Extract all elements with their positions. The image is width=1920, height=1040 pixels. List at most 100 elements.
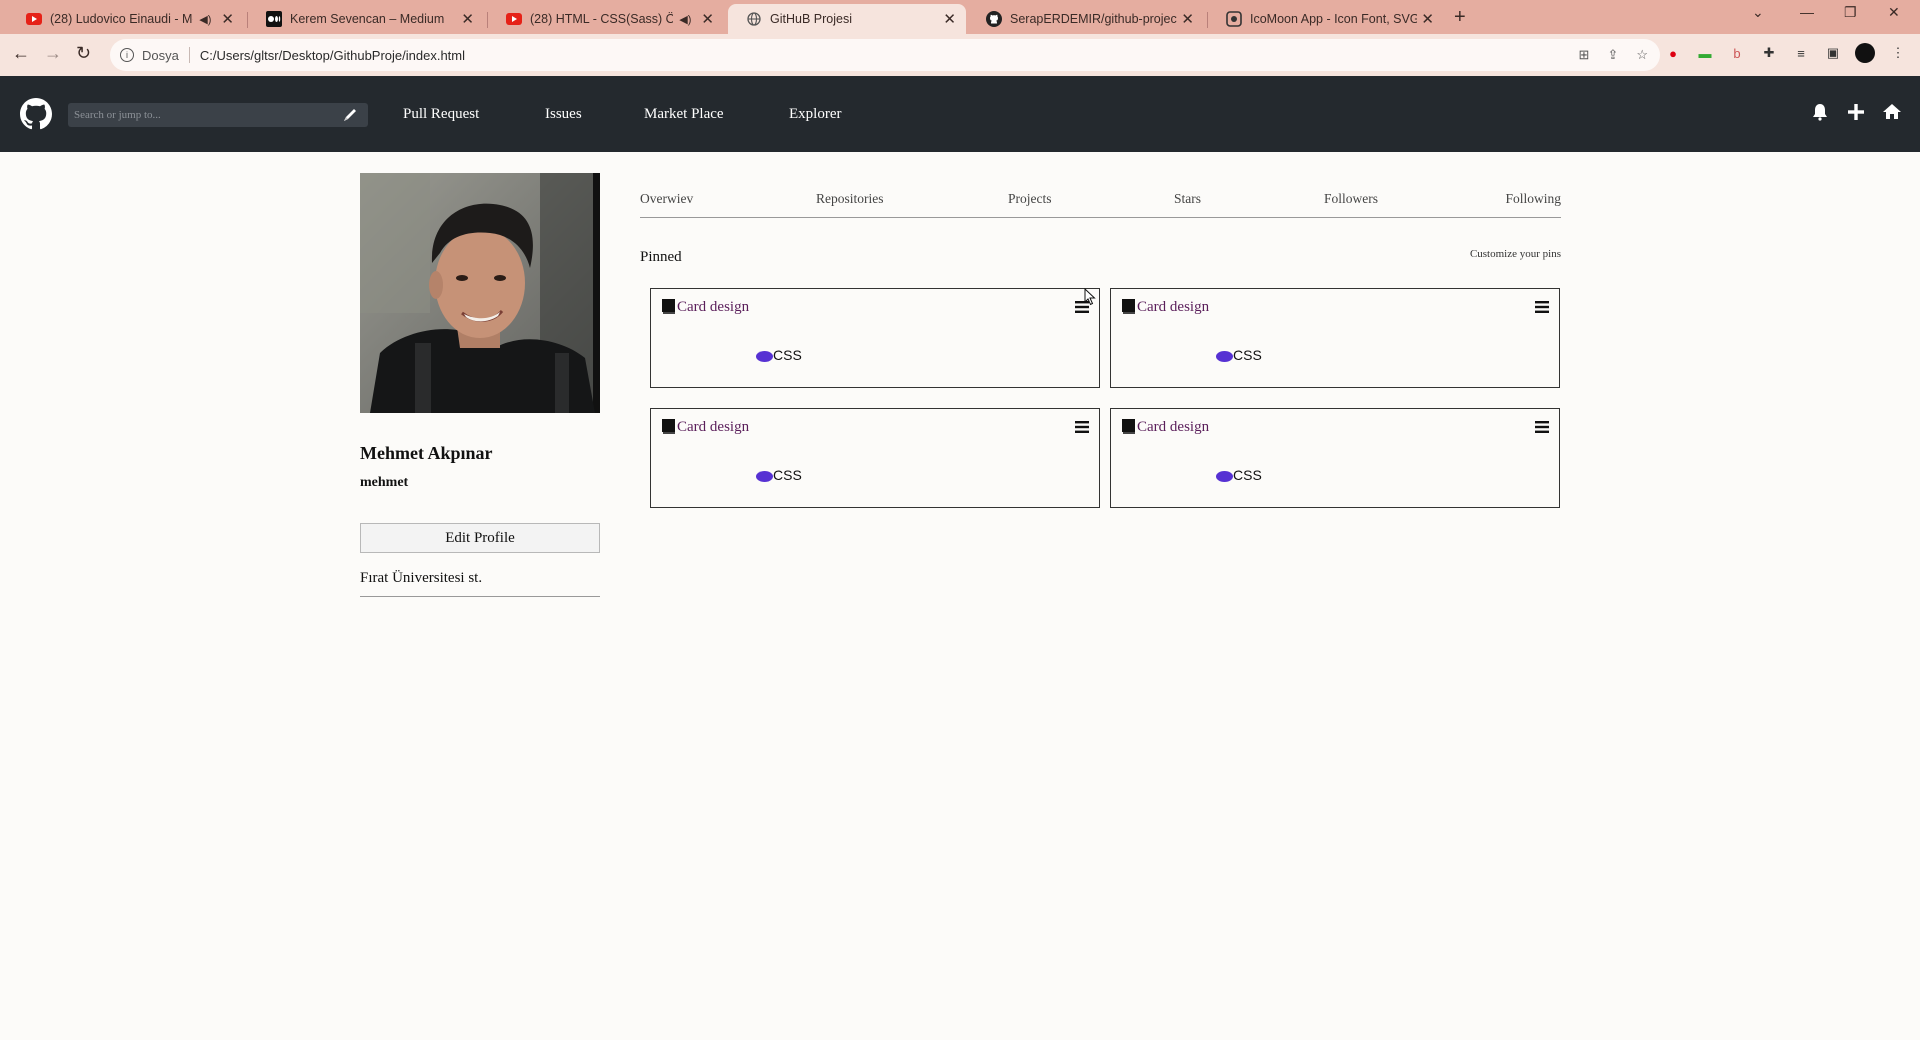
- hamburger-menu-icon[interactable]: [1535, 421, 1549, 433]
- github-logo-icon[interactable]: [20, 98, 52, 130]
- close-tab-icon[interactable]: ✕: [221, 10, 234, 28]
- address-scheme-label: Dosya: [142, 47, 179, 63]
- tab-search-icon[interactable]: ⌄: [1752, 4, 1764, 21]
- repo-language: CSS: [1233, 347, 1262, 363]
- green-extension-icon[interactable]: ▬: [1697, 45, 1713, 61]
- media-queue-icon[interactable]: ≡: [1793, 45, 1809, 61]
- github-icon: [986, 11, 1002, 27]
- profile-tabs: Overwiev Repositories Projects Stars Fol…: [640, 191, 1561, 218]
- pinned-repo-card[interactable]: Card design CSS: [1110, 408, 1560, 508]
- tab-overview[interactable]: Overwiev: [640, 191, 693, 207]
- window-close-icon[interactable]: ✕: [1888, 4, 1900, 21]
- tab-title: Kerem Sevencan – Medium: [290, 12, 445, 26]
- repo-language: CSS: [773, 347, 802, 363]
- minimize-icon[interactable]: —: [1800, 4, 1814, 20]
- bookmark-star-icon[interactable]: ☆: [1636, 47, 1648, 63]
- browser-tab[interactable]: SerapERDEMIR/github-project ✕: [968, 4, 1204, 34]
- tab-title: SerapERDEMIR/github-project: [1010, 12, 1178, 26]
- repo-book-icon: [662, 419, 675, 434]
- close-tab-icon[interactable]: ✕: [943, 10, 956, 28]
- close-tab-icon[interactable]: ✕: [1421, 10, 1434, 28]
- repo-title[interactable]: Card design: [677, 419, 749, 436]
- address-url[interactable]: C:/Users/gltsr/Desktop/GithubProje/index…: [200, 48, 465, 63]
- opera-extension-icon[interactable]: ●: [1665, 45, 1681, 61]
- extensions-puzzle-icon[interactable]: ✚: [1761, 45, 1777, 61]
- youtube-icon: [26, 11, 42, 27]
- browser-tab[interactable]: (28) HTML - CSS(Sass) Örne ◀) ✕: [488, 4, 724, 34]
- tab-title: (28) HTML - CSS(Sass) Örne: [530, 12, 674, 26]
- reload-icon[interactable]: ↻: [76, 43, 91, 64]
- translate-icon[interactable]: ⊞: [1579, 47, 1590, 63]
- pinned-repo-card[interactable]: Card design CSS: [1110, 288, 1560, 388]
- tab-title: IcoMoon App - Icon Font, SVG,: [1250, 12, 1418, 26]
- browser-toolbar: ← → ↻ i Dosya C:/Users/gltsr/Desktop/Git…: [0, 34, 1920, 76]
- language-color-dot: [1216, 351, 1233, 362]
- browser-tab-strip: (28) Ludovico Einaudi - Mor ◀) ✕ Kerem S…: [0, 0, 1920, 34]
- bell-icon[interactable]: [1810, 102, 1830, 122]
- browser-menu-icon[interactable]: ⋮: [1890, 45, 1906, 61]
- address-actions: ⊞ ⇪ ☆: [1579, 47, 1648, 63]
- browser-tab[interactable]: Kerem Sevencan – Medium ✕: [248, 4, 484, 34]
- home-icon[interactable]: [1882, 102, 1902, 122]
- repo-title[interactable]: Card design: [1137, 299, 1209, 316]
- browser-tab-active[interactable]: GitHuB Projesi ✕: [728, 4, 966, 34]
- speaker-icon[interactable]: ◀): [199, 13, 211, 26]
- youtube-icon: [506, 11, 522, 27]
- search-box[interactable]: [68, 103, 368, 127]
- tab-projects[interactable]: Projects: [1008, 191, 1052, 207]
- search-input[interactable]: [68, 103, 328, 127]
- customize-pins-link[interactable]: Customize your pins: [1460, 248, 1561, 260]
- repo-language: CSS: [773, 467, 802, 483]
- speaker-icon[interactable]: ◀): [679, 13, 691, 26]
- share-icon[interactable]: ⇪: [1607, 47, 1618, 63]
- nav-explorer[interactable]: Explorer: [789, 106, 841, 123]
- restore-icon[interactable]: ❐: [1844, 4, 1857, 21]
- profile-school: Fırat Üniversitesi st.: [360, 570, 483, 586]
- icomoon-icon: [1226, 11, 1242, 27]
- pinned-repo-card[interactable]: Card design CSS: [650, 408, 1100, 508]
- address-bar[interactable]: i Dosya C:/Users/gltsr/Desktop/GithubPro…: [110, 39, 1660, 71]
- mouse-cursor-icon: [1084, 288, 1096, 306]
- repo-book-icon: [1122, 299, 1135, 314]
- language-color-dot: [756, 471, 773, 482]
- profile-avatar-icon[interactable]: [1855, 43, 1875, 63]
- edit-profile-button[interactable]: Edit Profile: [360, 523, 600, 553]
- b-extension-icon[interactable]: b: [1729, 45, 1745, 61]
- side-panel-icon[interactable]: ▣: [1825, 45, 1841, 61]
- language-color-dot: [1216, 471, 1233, 482]
- info-icon[interactable]: i: [120, 48, 134, 62]
- profile-divider: [360, 596, 600, 597]
- pen-icon[interactable]: [342, 107, 358, 123]
- back-icon[interactable]: ←: [12, 43, 30, 64]
- plus-icon[interactable]: [1846, 102, 1866, 122]
- pinned-repo-card[interactable]: Card design CSS: [650, 288, 1100, 388]
- language-color-dot: [756, 351, 773, 362]
- close-tab-icon[interactable]: ✕: [461, 10, 474, 28]
- new-tab-icon[interactable]: +: [1454, 6, 1466, 29]
- profile-username: mehmet: [360, 475, 409, 490]
- tab-following[interactable]: Following: [1505, 191, 1561, 207]
- repo-language: CSS: [1233, 467, 1262, 483]
- site-header: Pull Request Issues Market Place Explore…: [0, 76, 1920, 152]
- nav-market-place[interactable]: Market Place: [644, 106, 724, 123]
- close-tab-icon[interactable]: ✕: [1181, 10, 1194, 28]
- tab-title: GitHuB Projesi: [770, 12, 852, 26]
- tab-repositories[interactable]: Repositories: [816, 191, 884, 207]
- globe-icon: [746, 11, 762, 27]
- nav-pull-request[interactable]: Pull Request: [403, 106, 479, 123]
- tab-stars[interactable]: Stars: [1174, 191, 1201, 207]
- nav-issues[interactable]: Issues: [545, 106, 582, 123]
- profile-avatar: [360, 173, 600, 413]
- hamburger-menu-icon[interactable]: [1075, 421, 1089, 433]
- repo-book-icon: [662, 299, 675, 314]
- repo-title[interactable]: Card design: [677, 299, 749, 316]
- tab-followers[interactable]: Followers: [1324, 191, 1378, 207]
- close-tab-icon[interactable]: ✕: [701, 10, 714, 28]
- hamburger-menu-icon[interactable]: [1535, 301, 1549, 313]
- browser-tab[interactable]: IcoMoon App - Icon Font, SVG, ✕: [1208, 4, 1444, 34]
- address-divider: [188, 47, 190, 63]
- repo-title[interactable]: Card design: [1137, 419, 1209, 436]
- medium-icon: [266, 11, 282, 27]
- browser-tab[interactable]: (28) Ludovico Einaudi - Mor ◀) ✕: [8, 4, 244, 34]
- forward-icon[interactable]: →: [44, 43, 62, 64]
